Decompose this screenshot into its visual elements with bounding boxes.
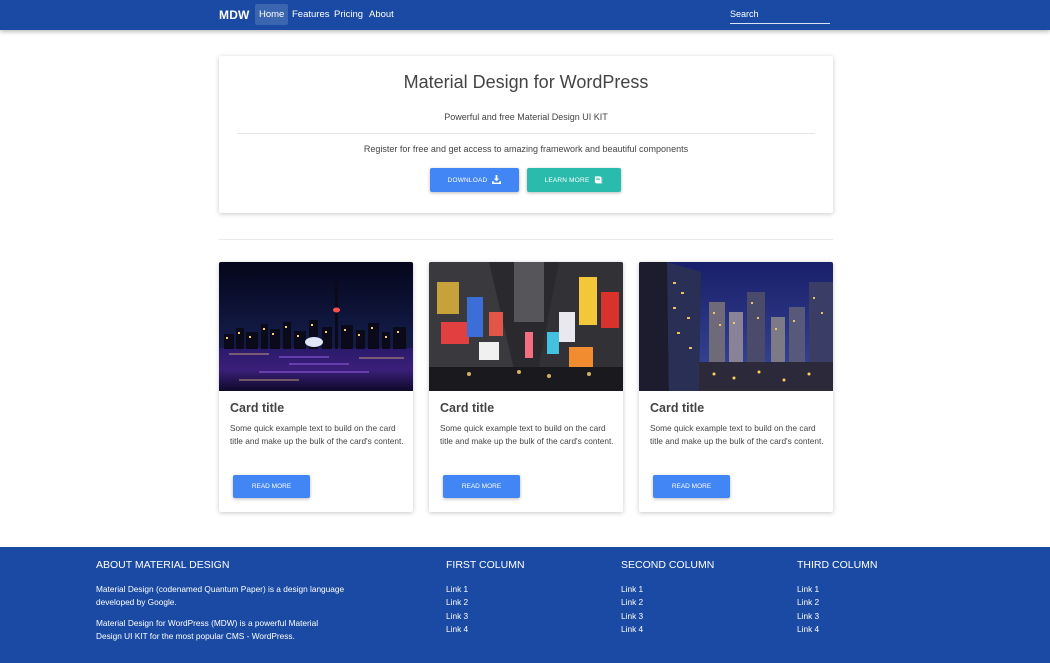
footer-link[interactable]: Link 2 bbox=[621, 596, 643, 609]
card-image-times-square bbox=[429, 262, 623, 391]
read-more-button[interactable]: Read more bbox=[653, 475, 730, 498]
footer-links: Link 1 Link 2 Link 3 Link 4 bbox=[621, 583, 643, 636]
card-title: Card title bbox=[440, 401, 495, 415]
footer-link[interactable]: Link 3 bbox=[446, 610, 468, 623]
card-image-city-skyline bbox=[219, 262, 413, 391]
book-icon bbox=[594, 175, 603, 186]
footer-link[interactable]: Link 4 bbox=[621, 623, 643, 636]
card: Card title Some quick example text to bu… bbox=[219, 262, 413, 512]
footer-about-text: Material Design for WordPress (MDW) is a… bbox=[96, 618, 319, 642]
brand-logo[interactable]: MDW bbox=[219, 8, 250, 22]
footer-link[interactable]: Link 1 bbox=[797, 583, 819, 596]
nav-link-home[interactable]: Home bbox=[255, 4, 289, 25]
nav-link-about[interactable]: About bbox=[365, 4, 398, 25]
read-more-button[interactable]: Read more bbox=[443, 475, 520, 498]
nav-link-pricing[interactable]: Pricing bbox=[330, 4, 367, 25]
footer-link[interactable]: Link 4 bbox=[446, 623, 468, 636]
footer-link[interactable]: Link 1 bbox=[621, 583, 643, 596]
learn-more-button-label: Learn more bbox=[544, 176, 590, 184]
download-icon bbox=[492, 174, 502, 186]
footer-link[interactable]: Link 3 bbox=[621, 610, 643, 623]
card-image-skyscrapers bbox=[639, 262, 833, 391]
jumbotron-text: Register for free and get access to amaz… bbox=[363, 144, 689, 154]
learn-more-button[interactable]: Learn more bbox=[527, 168, 621, 192]
nav-link-features[interactable]: Features bbox=[288, 4, 334, 25]
jumbotron-lead: Powerful and free Material Design UI KIT bbox=[444, 112, 608, 122]
search-input[interactable] bbox=[730, 4, 830, 24]
footer-link[interactable]: Link 4 bbox=[797, 623, 819, 636]
read-more-button[interactable]: Read more bbox=[233, 475, 310, 498]
footer-links: Link 1 Link 2 Link 3 Link 4 bbox=[797, 583, 819, 636]
footer-about-heading: About Material Design bbox=[96, 559, 230, 571]
page-title: Material Design for WordPress bbox=[403, 72, 649, 92]
footer-link[interactable]: Link 3 bbox=[797, 610, 819, 623]
footer-column-heading: Second column bbox=[621, 559, 715, 571]
jumbotron: Material Design for WordPress Powerful a… bbox=[219, 56, 833, 213]
card: Card title Some quick example text to bu… bbox=[639, 262, 833, 512]
footer-links: Link 1 Link 2 Link 3 Link 4 bbox=[446, 583, 468, 636]
card-title: Card title bbox=[230, 401, 285, 415]
footer-link[interactable]: Link 2 bbox=[446, 596, 468, 609]
card-text: Some quick example text to build on the … bbox=[650, 423, 824, 447]
card-text: Some quick example text to build on the … bbox=[230, 423, 404, 447]
download-button-label: Download bbox=[447, 176, 488, 184]
download-button[interactable]: Download bbox=[430, 168, 519, 192]
section-divider bbox=[219, 239, 833, 240]
footer-column-heading: Third column bbox=[797, 559, 878, 571]
footer-about-text: Material Design (codenamed Quantum Paper… bbox=[96, 584, 345, 608]
navbar: MDW Home Features Pricing About bbox=[0, 0, 1050, 30]
footer: About Material Design Material Design (c… bbox=[0, 547, 1050, 663]
card-text: Some quick example text to build on the … bbox=[440, 423, 614, 447]
card-title: Card title bbox=[650, 401, 705, 415]
footer-column-heading: First column bbox=[446, 559, 525, 571]
footer-link[interactable]: Link 1 bbox=[446, 583, 468, 596]
footer-link[interactable]: Link 2 bbox=[797, 596, 819, 609]
divider bbox=[237, 133, 815, 134]
card: Card title Some quick example text to bu… bbox=[429, 262, 623, 512]
